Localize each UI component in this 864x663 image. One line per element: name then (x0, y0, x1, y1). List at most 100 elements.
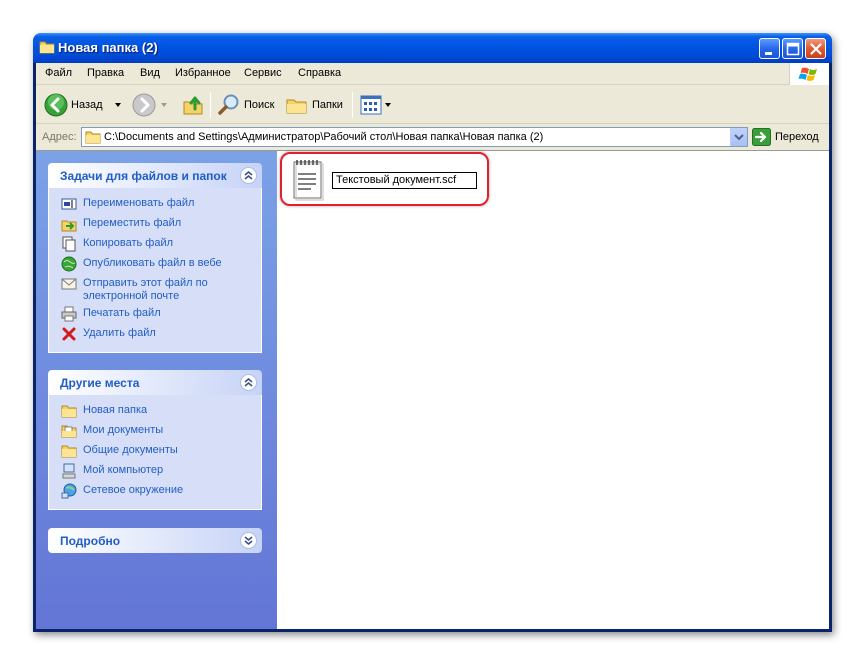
details-panel: Подробно (48, 528, 262, 553)
task-copy-file[interactable]: Копировать файл (61, 236, 261, 256)
panel-header[interactable]: Задачи для файлов и папок (48, 163, 262, 188)
back-label: Назад (71, 99, 103, 111)
task-publish-web[interactable]: Опубликовать файл в вебе (61, 256, 261, 276)
window-title: Новая папка (2) (58, 40, 158, 55)
minimize-button[interactable] (759, 38, 780, 59)
search-button[interactable]: Поиск (217, 93, 274, 117)
task-label: Копировать файл (83, 237, 174, 249)
toolbar-separator (352, 92, 353, 118)
up-folder-button[interactable] (181, 93, 205, 117)
expand-button[interactable] (240, 532, 257, 549)
up-folder-icon (183, 96, 203, 115)
toolbar-separator (210, 92, 211, 118)
highlight-annotation (280, 152, 489, 206)
place-label: Мои документы (83, 424, 164, 436)
window-body: Файл Правка Вид Избранное Сервис Справка (36, 63, 829, 629)
search-icon (218, 94, 239, 115)
dropdown-arrow-icon[interactable] (158, 100, 170, 110)
go-button[interactable]: Переход (752, 128, 819, 146)
windows-logo-icon (789, 63, 829, 85)
printer-icon (61, 306, 77, 322)
network-icon (61, 483, 77, 499)
toolbar: Назад Поиск Папки (36, 86, 829, 124)
copy-icon (62, 236, 76, 252)
address-bar: Адрес: C:\Documents and Settings\Админис… (36, 125, 829, 149)
task-email-file[interactable]: Отправить этот файл по электронной почте (61, 276, 261, 306)
menu-file[interactable]: Файл (45, 67, 72, 79)
task-delete-file[interactable]: Удалить файл (61, 326, 261, 346)
other-places-panel: Другие места Новая папка Мои документы О… (48, 370, 262, 510)
menu-favorites[interactable]: Избранное (175, 67, 231, 79)
panel-header[interactable]: Подробно (48, 528, 262, 553)
task-label: Отправить этот файл по электронной почте (83, 277, 208, 302)
task-label: Печатать файл (83, 307, 161, 319)
task-label: Переименовать файл (83, 197, 195, 209)
folder-icon (85, 131, 101, 144)
panel-header[interactable]: Другие места (48, 370, 262, 395)
my-computer-icon (62, 463, 76, 479)
place-label: Сетевое окружение (83, 484, 184, 496)
my-documents-icon (61, 425, 77, 438)
address-dropdown-button[interactable] (730, 128, 747, 146)
views-button[interactable] (359, 93, 393, 117)
maximize-button[interactable] (782, 38, 803, 59)
task-label: Опубликовать файл в вебе (83, 257, 222, 269)
globe-icon (61, 256, 77, 272)
panel-title: Подробно (60, 534, 121, 548)
folders-icon (286, 99, 307, 114)
panel-body: Новая папка Мои документы Общие документ… (48, 395, 262, 510)
task-move-file[interactable]: Переместить файл (61, 216, 261, 236)
panel-title: Задачи для файлов и папок (60, 169, 227, 183)
address-path: C:\Documents and Settings\Администратор\… (104, 131, 544, 143)
chevron-up-icon (244, 170, 253, 180)
task-print-file[interactable]: Печатать файл (61, 306, 261, 326)
title-bar[interactable]: Новая папка (2) (33, 33, 832, 63)
chevron-up-icon (244, 377, 253, 387)
search-label: Поиск (244, 99, 275, 111)
panel-title: Другие места (60, 376, 140, 390)
forward-button[interactable] (132, 93, 170, 117)
place-shared-documents[interactable]: Общие документы (61, 443, 261, 463)
place-my-documents[interactable]: Мои документы (61, 423, 261, 443)
close-button[interactable] (805, 38, 826, 59)
shared-folder-icon (61, 445, 77, 458)
chevron-down-icon (244, 536, 253, 546)
place-label: Общие документы (83, 444, 178, 456)
address-label: Адрес: (42, 131, 77, 143)
panel-body: Переименовать файл Переместить файл Копи… (48, 188, 262, 353)
chevron-down-icon (734, 134, 744, 141)
folder-icon (39, 41, 55, 54)
back-arrow-icon (44, 93, 68, 117)
folders-button[interactable]: Папки (285, 93, 343, 117)
collapse-button[interactable] (240, 374, 257, 391)
views-icon (360, 95, 382, 115)
task-pane: Задачи для файлов и папок Переименовать … (36, 151, 277, 629)
collapse-button[interactable] (240, 167, 257, 184)
go-arrow-icon (752, 128, 771, 146)
menu-tools[interactable]: Сервис (244, 67, 282, 79)
address-input[interactable]: C:\Documents and Settings\Администратор\… (81, 127, 748, 147)
email-icon (61, 278, 77, 290)
menu-bar: Файл Правка Вид Избранное Сервис Справка (36, 63, 829, 85)
dropdown-arrow-icon[interactable] (111, 100, 125, 110)
task-rename-file[interactable]: Переименовать файл (61, 196, 261, 216)
task-label: Удалить файл (83, 327, 156, 339)
forward-arrow-icon (132, 93, 156, 117)
menu-view[interactable]: Вид (140, 67, 160, 79)
place-label: Мой компьютер (83, 464, 164, 476)
place-new-folder[interactable]: Новая папка (61, 403, 261, 423)
file-list-pane[interactable]: Текстовый документ.scf (277, 151, 829, 629)
place-network[interactable]: Сетевое окружение (61, 483, 261, 503)
dropdown-arrow-icon[interactable] (383, 100, 393, 110)
rename-icon (61, 198, 77, 210)
back-button[interactable]: Назад (44, 93, 125, 117)
task-label: Переместить файл (83, 217, 182, 229)
file-tasks-panel: Задачи для файлов и папок Переименовать … (48, 163, 262, 353)
folder-icon (61, 405, 77, 418)
go-label: Переход (775, 131, 819, 143)
menu-help[interactable]: Справка (298, 67, 341, 79)
place-my-computer[interactable]: Мой компьютер (61, 463, 261, 483)
place-label: Новая папка (83, 404, 148, 416)
menu-edit[interactable]: Правка (87, 67, 124, 79)
move-icon (61, 220, 77, 232)
